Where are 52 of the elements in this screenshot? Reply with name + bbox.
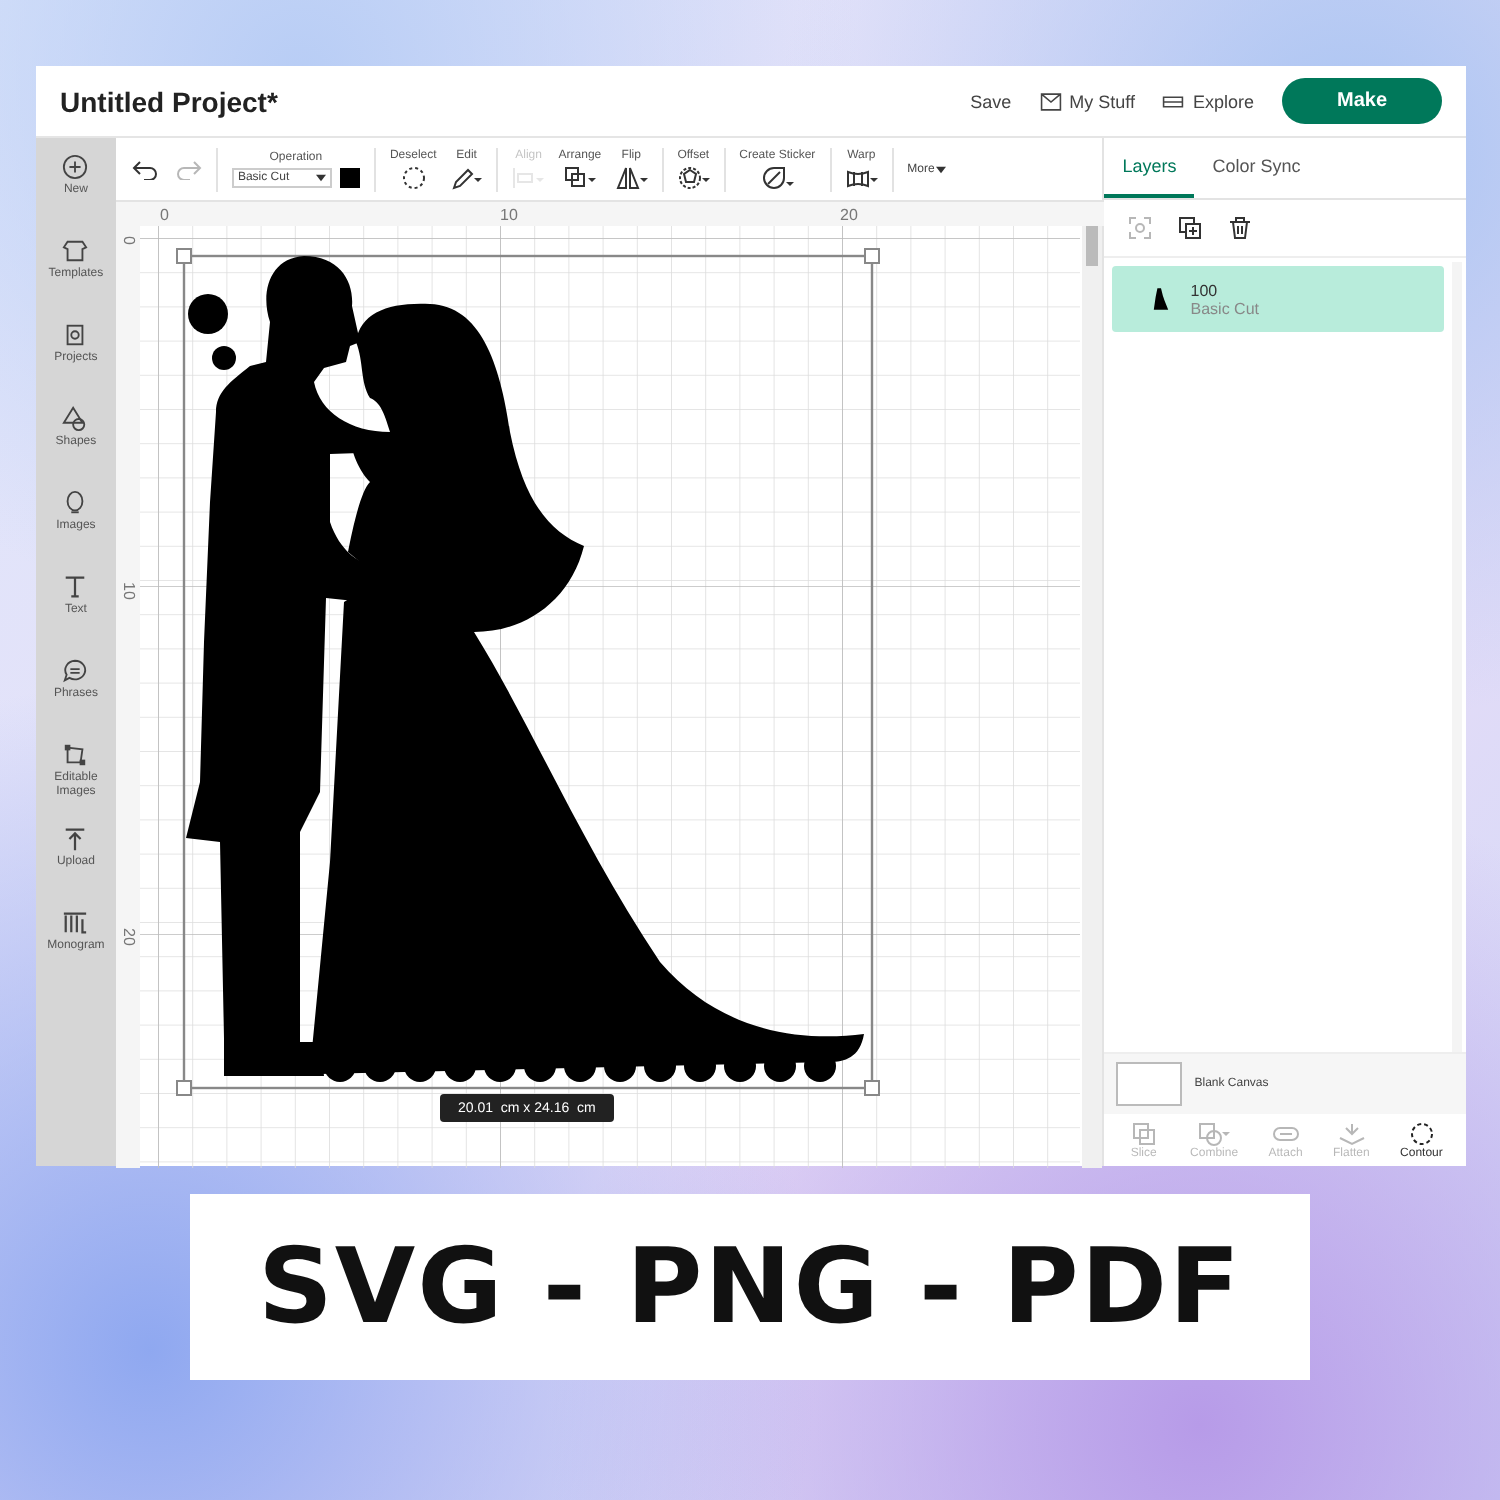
arrange-icon <box>563 165 596 189</box>
save-button[interactable]: Save <box>970 91 1012 111</box>
sticker-icon <box>761 165 794 189</box>
contour-icon <box>1405 1121 1438 1145</box>
resize-handle[interactable] <box>175 1080 192 1096</box>
silhouette-thumbnail-icon <box>1152 286 1171 312</box>
ruler-label: 10 <box>499 206 518 224</box>
envelope-icon <box>1039 91 1062 111</box>
resize-handle[interactable] <box>863 1080 880 1096</box>
monogram-icon <box>62 910 89 936</box>
resize-handle[interactable] <box>863 248 880 264</box>
flatten-icon <box>1335 1121 1368 1145</box>
caret-icon <box>315 173 326 181</box>
format-banner: SVG - PNG - PDF <box>190 1194 1310 1380</box>
plus-circle-icon <box>62 154 89 180</box>
color-swatch[interactable] <box>339 167 360 187</box>
align-icon <box>512 165 545 189</box>
ruler-label: 10 <box>119 582 138 600</box>
make-button[interactable]: Make <box>1282 78 1442 124</box>
flip-icon <box>615 165 648 189</box>
my-stuff-button[interactable]: My Stuff <box>1039 91 1135 111</box>
warp-icon <box>845 165 878 189</box>
ruler-label: 20 <box>839 206 858 224</box>
speech-bubble-icon <box>62 658 89 684</box>
ruler-label: 0 <box>159 206 169 224</box>
explore-button[interactable]: Explore <box>1162 91 1254 111</box>
undo-button[interactable] <box>131 157 160 181</box>
resize-handle[interactable] <box>175 248 192 264</box>
document-icon <box>62 322 89 348</box>
caret-icon <box>936 165 947 173</box>
project-title: Untitled Project* <box>60 85 278 117</box>
text-icon <box>62 574 89 600</box>
trash-icon[interactable] <box>1228 216 1253 240</box>
node-edit-icon <box>62 742 89 768</box>
layer-row[interactable]: 100 Basic Cut <box>1112 266 1445 332</box>
lightbulb-icon <box>62 490 89 516</box>
dotted-circle-icon <box>397 165 430 189</box>
combine-icon <box>1198 1121 1231 1145</box>
panel-tab[interactable]: Color Sync <box>1194 138 1319 198</box>
shapes-icon <box>62 406 89 432</box>
upload-icon <box>62 826 89 852</box>
pencil-icon <box>450 165 483 189</box>
ruler-label: 20 <box>119 928 138 946</box>
explore-icon <box>1162 91 1185 111</box>
shirt-icon <box>62 238 89 264</box>
panel-tab[interactable]: Layers <box>1104 138 1195 198</box>
blank-canvas-swatch[interactable] <box>1116 1062 1183 1106</box>
ruler-label: 0 <box>119 236 138 245</box>
offset-icon <box>677 165 710 189</box>
duplicate-icon[interactable] <box>1178 216 1203 240</box>
slice-icon <box>1127 1121 1160 1145</box>
attach-icon <box>1269 1121 1302 1145</box>
